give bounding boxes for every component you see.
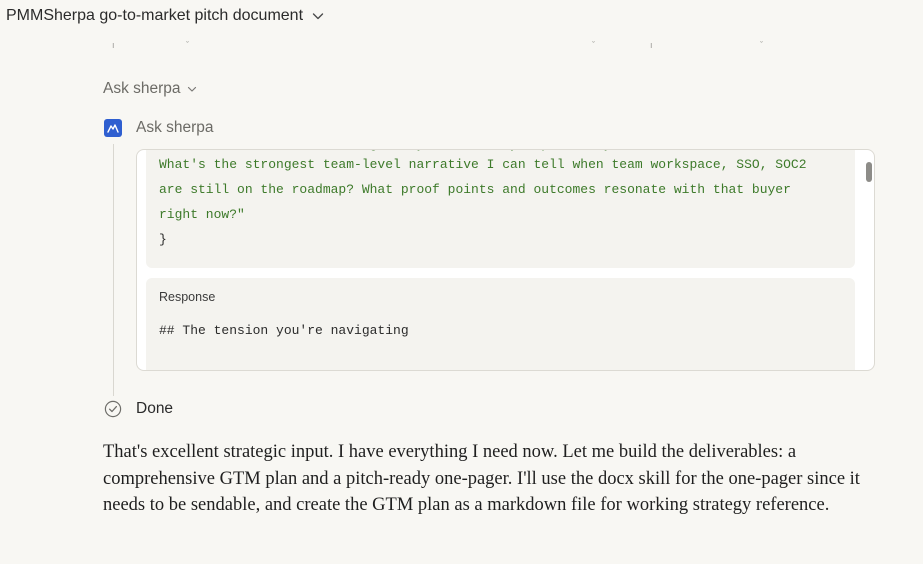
assistant-message: That's excellent strategic input. I have… <box>103 442 860 515</box>
timeline-connector <box>113 144 114 396</box>
request-block: "...what's the team offering story for t… <box>146 150 855 268</box>
check-circle-icon <box>104 400 122 418</box>
document-title: PMMSherpa go-to-market pitch document <box>6 7 304 24</box>
response-block: Response ## The tension you're navigatin… <box>146 278 855 370</box>
top-bar: PMMSherpa go-to-market pitch document <box>0 0 923 36</box>
scrolled-content-remnant: ı ˇ ˇ ı ˇ <box>112 40 763 50</box>
ask-sherpa-toggle-label: Ask sherpa <box>103 80 181 97</box>
response-label: Response <box>159 290 216 304</box>
chevron-down-icon <box>312 13 324 20</box>
tool-call-label: Ask sherpa <box>136 119 214 136</box>
sherpa-logo-icon <box>104 119 122 137</box>
tool-call-header[interactable]: Ask sherpa <box>104 119 214 137</box>
status-row: Done <box>104 400 173 418</box>
response-text: ## The tension you're navigating <box>159 323 409 338</box>
panel-scrollbar[interactable] <box>866 162 872 182</box>
ask-sherpa-toggle[interactable]: Ask sherpa <box>103 80 197 98</box>
status-label: Done <box>136 400 174 417</box>
request-close-brace: } <box>159 232 167 247</box>
request-text: What's the strongest team-level narrativ… <box>159 157 807 222</box>
chevron-down-icon <box>187 86 196 92</box>
document-title-menu[interactable]: PMMSherpa go-to-market pitch document <box>6 7 325 25</box>
tool-call-panel[interactable]: "...what's the team offering story for t… <box>136 149 875 371</box>
